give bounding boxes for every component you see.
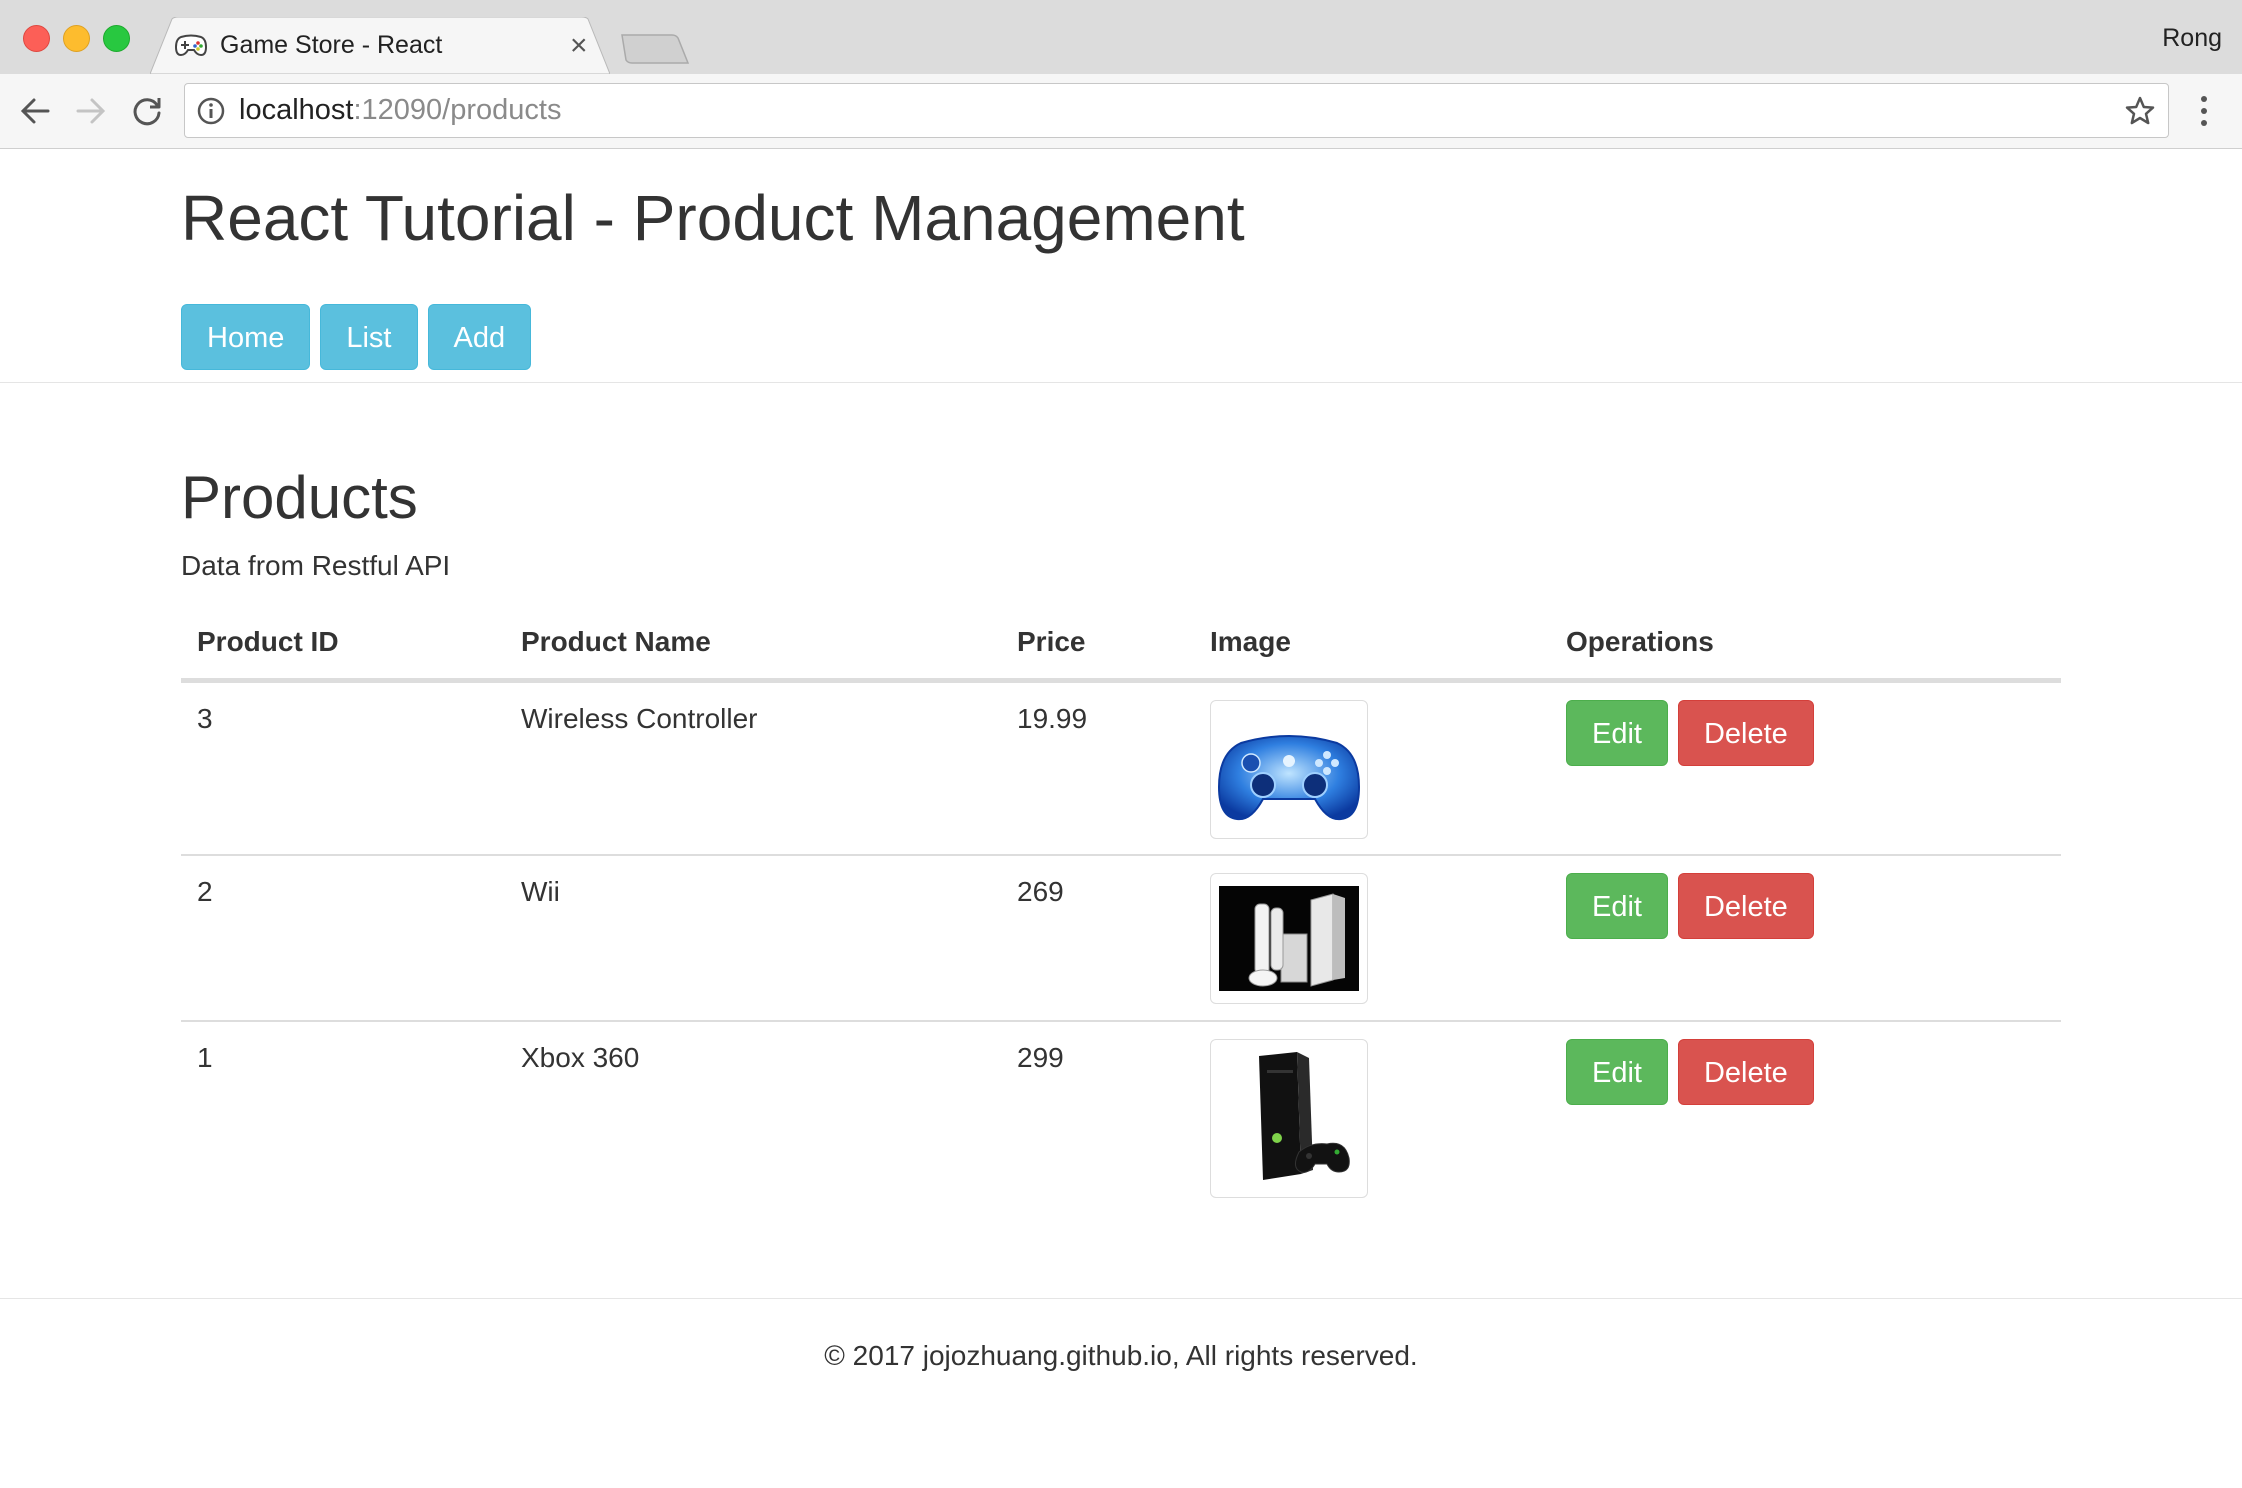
main-nav: Home List Add	[181, 304, 532, 370]
cell-product-price: 19.99	[1017, 703, 1088, 734]
edit-button[interactable]: Edit	[1566, 1039, 1668, 1105]
home-button[interactable]: Home	[181, 304, 311, 370]
add-button[interactable]: Add	[427, 304, 532, 370]
window-minimize-button[interactable]	[63, 25, 90, 52]
url-path: :12090/products	[353, 94, 562, 126]
edit-button[interactable]: Edit	[1566, 873, 1668, 939]
info-icon[interactable]	[197, 97, 225, 125]
window-close-button[interactable]	[23, 25, 50, 52]
xbox-console-image	[1210, 1039, 1368, 1198]
tab-close-icon[interactable]: ×	[570, 29, 588, 63]
browser-toolbar: localhost:12090/products	[0, 74, 2242, 149]
browser-tabstrip: Game Store - React × Rong	[0, 0, 2242, 74]
column-header-image: Image	[1210, 626, 1291, 657]
app-header: React Tutorial - Product Management Home…	[181, 178, 1245, 370]
cell-product-id: 2	[197, 876, 213, 907]
tab-title: Game Store - React	[220, 31, 443, 59]
delete-button[interactable]: Delete	[1677, 873, 1814, 939]
products-table: Product ID Product Name Price Image Oper…	[181, 602, 2061, 1212]
bookmark-star-icon[interactable]	[2124, 95, 2156, 127]
table-row: 3 Wireless Controller 19.99 Edit Delete	[181, 681, 2061, 854]
table-header-row: Product ID Product Name Price Image Oper…	[181, 602, 2061, 681]
delete-button[interactable]: Delete	[1677, 1039, 1814, 1105]
cell-product-id: 1	[197, 1042, 213, 1073]
back-arrow-icon[interactable]	[18, 94, 52, 128]
column-header-price: Price	[1017, 626, 1086, 657]
profile-name[interactable]: Rong	[2162, 24, 2222, 53]
edit-button[interactable]: Edit	[1566, 700, 1668, 766]
new-tab-button[interactable]	[620, 33, 690, 65]
forward-arrow-icon[interactable]	[74, 94, 108, 128]
cell-product-id: 3	[197, 703, 213, 734]
row-operations: Edit Delete	[1566, 873, 1814, 939]
products-section: Products Data from Restful API Product I…	[181, 462, 2061, 1198]
cell-product-name: Xbox 360	[521, 1042, 640, 1073]
window-maximize-button[interactable]	[103, 25, 130, 52]
footer-divider	[0, 1298, 2242, 1299]
column-header-id: Product ID	[197, 626, 339, 657]
row-operations: Edit Delete	[1566, 700, 1814, 766]
header-divider	[0, 382, 2242, 383]
table-row: 2 Wii 269 Edit Delete	[181, 854, 2061, 1020]
table-row: 1 Xbox 360 299 Edit Delete	[181, 1020, 2061, 1212]
kebab-menu-icon[interactable]	[2198, 94, 2210, 128]
url-host: localhost	[239, 94, 354, 126]
cell-product-price: 299	[1017, 1042, 1064, 1073]
delete-button[interactable]: Delete	[1677, 700, 1814, 766]
reload-icon[interactable]	[130, 94, 164, 128]
address-bar[interactable]: localhost:12090/products	[184, 83, 2169, 138]
controller-image	[1210, 700, 1368, 839]
gamepad-icon	[174, 33, 208, 62]
column-header-name: Product Name	[521, 626, 711, 657]
list-button[interactable]: List	[320, 304, 418, 370]
row-operations: Edit Delete	[1566, 1039, 1814, 1105]
section-title: Products	[181, 464, 418, 531]
cell-product-price: 269	[1017, 876, 1064, 907]
cell-product-name: Wireless Controller	[521, 703, 758, 734]
footer-text: © 2017 jojozhuang.github.io, All rights …	[824, 1340, 1418, 1371]
page-title: React Tutorial - Product Management	[181, 182, 1245, 254]
section-subtitle: Data from Restful API	[181, 550, 451, 581]
cell-product-name: Wii	[521, 876, 560, 907]
column-header-operations: Operations	[1566, 626, 1714, 657]
browser-tab-active[interactable]: Game Store - React ×	[150, 17, 610, 74]
wii-console-image	[1210, 873, 1368, 1004]
url-text: localhost:12090/products	[239, 94, 561, 127]
